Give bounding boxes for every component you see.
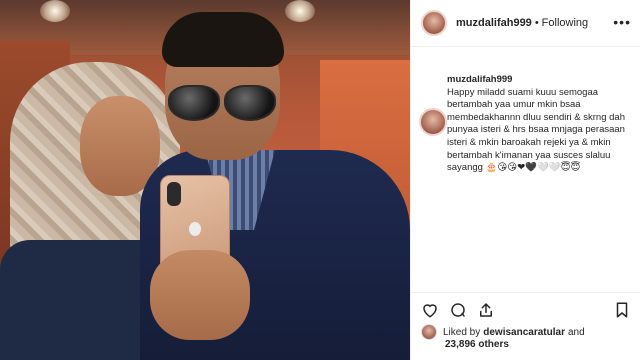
- heart-icon[interactable]: [421, 301, 439, 319]
- caption-username[interactable]: muzdalifah999: [447, 74, 633, 87]
- phone-camera: [167, 182, 181, 206]
- liked-by-row: Liked by dewisancaratular and: [421, 324, 633, 340]
- share-icon[interactable]: [477, 301, 495, 319]
- liked-user[interactable]: dewisancaratular: [483, 327, 565, 338]
- ceiling-light: [40, 0, 70, 22]
- comment-icon[interactable]: [449, 301, 467, 319]
- sunglasses-lens: [224, 85, 276, 121]
- following-button[interactable]: Following: [542, 17, 588, 29]
- liked-prefix: Liked by: [443, 326, 481, 338]
- post-username[interactable]: muzdalifah999: [456, 17, 532, 29]
- ceiling-light: [285, 0, 315, 22]
- phone-logo: [189, 222, 201, 236]
- post-sidebar: muzdalifah999 • Following ••• muzdalifah…: [410, 0, 640, 360]
- bookmark-icon[interactable]: [613, 301, 631, 319]
- likes-count[interactable]: 23,896 others: [445, 339, 509, 350]
- post-header: muzdalifah999 • Following •••: [411, 0, 640, 47]
- liker-avatar[interactable]: [421, 324, 437, 340]
- caption-text: Happy miladd suami kuuu semogaa bertamba…: [447, 86, 625, 174]
- liked-and: and: [567, 326, 585, 338]
- more-options-icon[interactable]: •••: [613, 14, 631, 30]
- caption-avatar[interactable]: [419, 108, 447, 136]
- avatar[interactable]: [421, 10, 447, 36]
- caption: muzdalifah999 Happy miladd suami kuuu se…: [447, 74, 633, 175]
- sunglasses-lens: [168, 85, 220, 121]
- post-photo[interactable]: [0, 0, 410, 360]
- man-hand: [150, 250, 250, 340]
- man-hair: [162, 12, 284, 67]
- sunglasses: [168, 85, 276, 121]
- separator-dot: •: [534, 17, 539, 29]
